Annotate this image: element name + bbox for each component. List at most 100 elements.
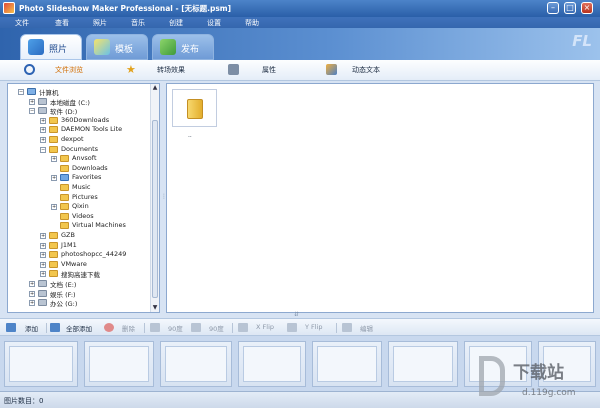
subtab-dynamic-text[interactable]: 动态文本 [326, 63, 396, 78]
expand-icon[interactable]: + [40, 271, 46, 278]
storyboard-frame[interactable] [160, 341, 232, 387]
splitter-arrows-icon: ⇵ [294, 311, 300, 318]
expand-icon[interactable]: + [40, 117, 46, 124]
maximize-button[interactable]: □ [564, 2, 576, 14]
collapse-icon[interactable]: − [18, 89, 24, 95]
tab-templates-label: 模板 [115, 45, 134, 55]
storyboard-frame[interactable] [312, 341, 382, 387]
tree-node-label: dexpot [61, 135, 84, 143]
y-flip-button[interactable]: Y Flip [287, 322, 331, 334]
collapse-icon[interactable]: − [29, 108, 35, 115]
tab-publish[interactable]: 发布 [152, 34, 214, 60]
x-flip-label: X Flip [256, 323, 274, 331]
tree-node-label: Documents [61, 144, 99, 153]
expand-icon[interactable]: + [40, 233, 46, 239]
tab-templates[interactable]: 模板 [86, 34, 148, 60]
rotate-left-button[interactable]: 90度 [150, 322, 184, 334]
tree-node-label: Pictures [72, 192, 98, 201]
expand-icon[interactable]: + [40, 137, 46, 143]
menu-create[interactable]: 创建 [169, 18, 183, 28]
tree-node-label: 本地磁盘 (C:) [50, 98, 90, 107]
scroll-thumb[interactable] [152, 120, 158, 298]
file-thumbnail[interactable] [172, 89, 217, 127]
expand-icon[interactable]: + [29, 290, 35, 297]
delete-button[interactable]: 删除 [104, 322, 140, 334]
add-all-button[interactable]: 全部添加 [50, 322, 100, 334]
storyboard-frame[interactable] [84, 341, 154, 387]
menu-file[interactable]: 文件 [15, 18, 29, 28]
storyboard-frame[interactable] [238, 341, 306, 387]
subtab-file-browse-label: 文件浏览 [55, 66, 83, 74]
add-all-icon [50, 323, 60, 332]
menu-help[interactable]: 帮助 [245, 18, 259, 28]
x-flip-button[interactable]: X Flip [238, 322, 282, 334]
vertical-splitter[interactable]: ⋮ [161, 83, 167, 313]
folder-icon [49, 145, 58, 153]
menu-view[interactable]: 查看 [55, 18, 69, 28]
add-all-button-label: 全部添加 [66, 325, 92, 333]
expand-icon[interactable]: + [40, 127, 46, 134]
minimize-button[interactable]: – [547, 2, 559, 14]
rotate-right-icon [191, 323, 201, 332]
expand-icon[interactable]: + [29, 300, 35, 307]
expand-icon[interactable]: + [51, 175, 57, 182]
tree-node-label: 360Downloads [61, 115, 110, 124]
toolbar-separator [46, 323, 47, 333]
subtab-dynamic-text-label: 动态文本 [352, 66, 380, 74]
photo-count-text: 图片数目：0 [4, 397, 44, 405]
folder-icon [49, 136, 58, 143]
menu-photo[interactable]: 照片 [93, 18, 107, 28]
subtab-properties-label: 属性 [262, 66, 276, 74]
collapse-icon[interactable]: − [40, 146, 46, 153]
drive-icon [38, 289, 47, 297]
main-tab-band: 照片 模板 发布 FL [0, 28, 600, 60]
tree-node-label: 计算机 [39, 89, 59, 97]
expand-icon[interactable]: + [29, 281, 35, 287]
storyboard-frame[interactable] [4, 341, 78, 387]
template-icon [94, 39, 110, 55]
text-effect-icon [326, 64, 337, 75]
expand-icon[interactable]: + [51, 156, 57, 163]
folder-icon [60, 203, 69, 211]
expand-icon[interactable]: + [40, 242, 46, 249]
tree-node-label: 文档 (E:) [50, 281, 77, 289]
subtab-file-browse[interactable]: 文件浏览 [24, 63, 94, 78]
folder-icon [60, 193, 69, 201]
edit-button-label: 编辑 [360, 325, 373, 333]
close-button[interactable]: × [581, 2, 593, 14]
edit-button[interactable]: 编辑 [342, 322, 378, 334]
file-caption: .. [188, 132, 192, 139]
storyboard-frame[interactable] [388, 341, 458, 387]
tree-node-label: DAEMON Tools Lite [61, 125, 123, 134]
menu-settings[interactable]: 设置 [207, 18, 221, 28]
tree-node-label: Qixin [72, 202, 89, 211]
expand-icon[interactable]: + [40, 261, 46, 268]
tab-photos[interactable]: 照片 [20, 34, 82, 60]
menu-music[interactable]: 音乐 [131, 18, 145, 28]
expand-icon[interactable]: + [40, 252, 46, 259]
tree-node-label: 娱乐 (F:) [50, 290, 76, 299]
folder-icon [187, 99, 203, 119]
tree-scrollbar[interactable]: ▲ ▼ [150, 84, 159, 312]
tree-node-label: Downloads [72, 163, 108, 172]
photo-icon [28, 39, 44, 55]
folder-tree[interactable]: − 计算机 + 本地磁盘 (C:) − 软件 (D:) +360Downloads + DAEM… [7, 83, 160, 313]
frame-placeholder [243, 346, 301, 382]
rotate-right-button[interactable]: 90度 [191, 322, 227, 334]
folder-icon [60, 164, 69, 172]
expand-icon[interactable]: + [51, 204, 57, 211]
expand-icon[interactable]: + [29, 98, 35, 105]
frame-placeholder [317, 346, 377, 382]
scroll-up-icon[interactable]: ▲ [151, 84, 159, 92]
subtab-transition[interactable]: ★ 转场效果 [126, 63, 206, 78]
add-photo-icon [6, 323, 16, 332]
tab-photos-label: 照片 [49, 45, 68, 55]
add-button[interactable]: 添加 [6, 322, 46, 334]
subtab-properties[interactable]: 属性 [228, 63, 288, 78]
scroll-down-icon[interactable]: ▼ [151, 304, 159, 312]
file-browser-pane[interactable]: .. [166, 83, 594, 313]
frame-placeholder [89, 346, 149, 382]
subtab-transition-label: 转场效果 [157, 66, 185, 74]
computer-icon [27, 88, 36, 95]
rotate-left-icon [150, 323, 160, 332]
